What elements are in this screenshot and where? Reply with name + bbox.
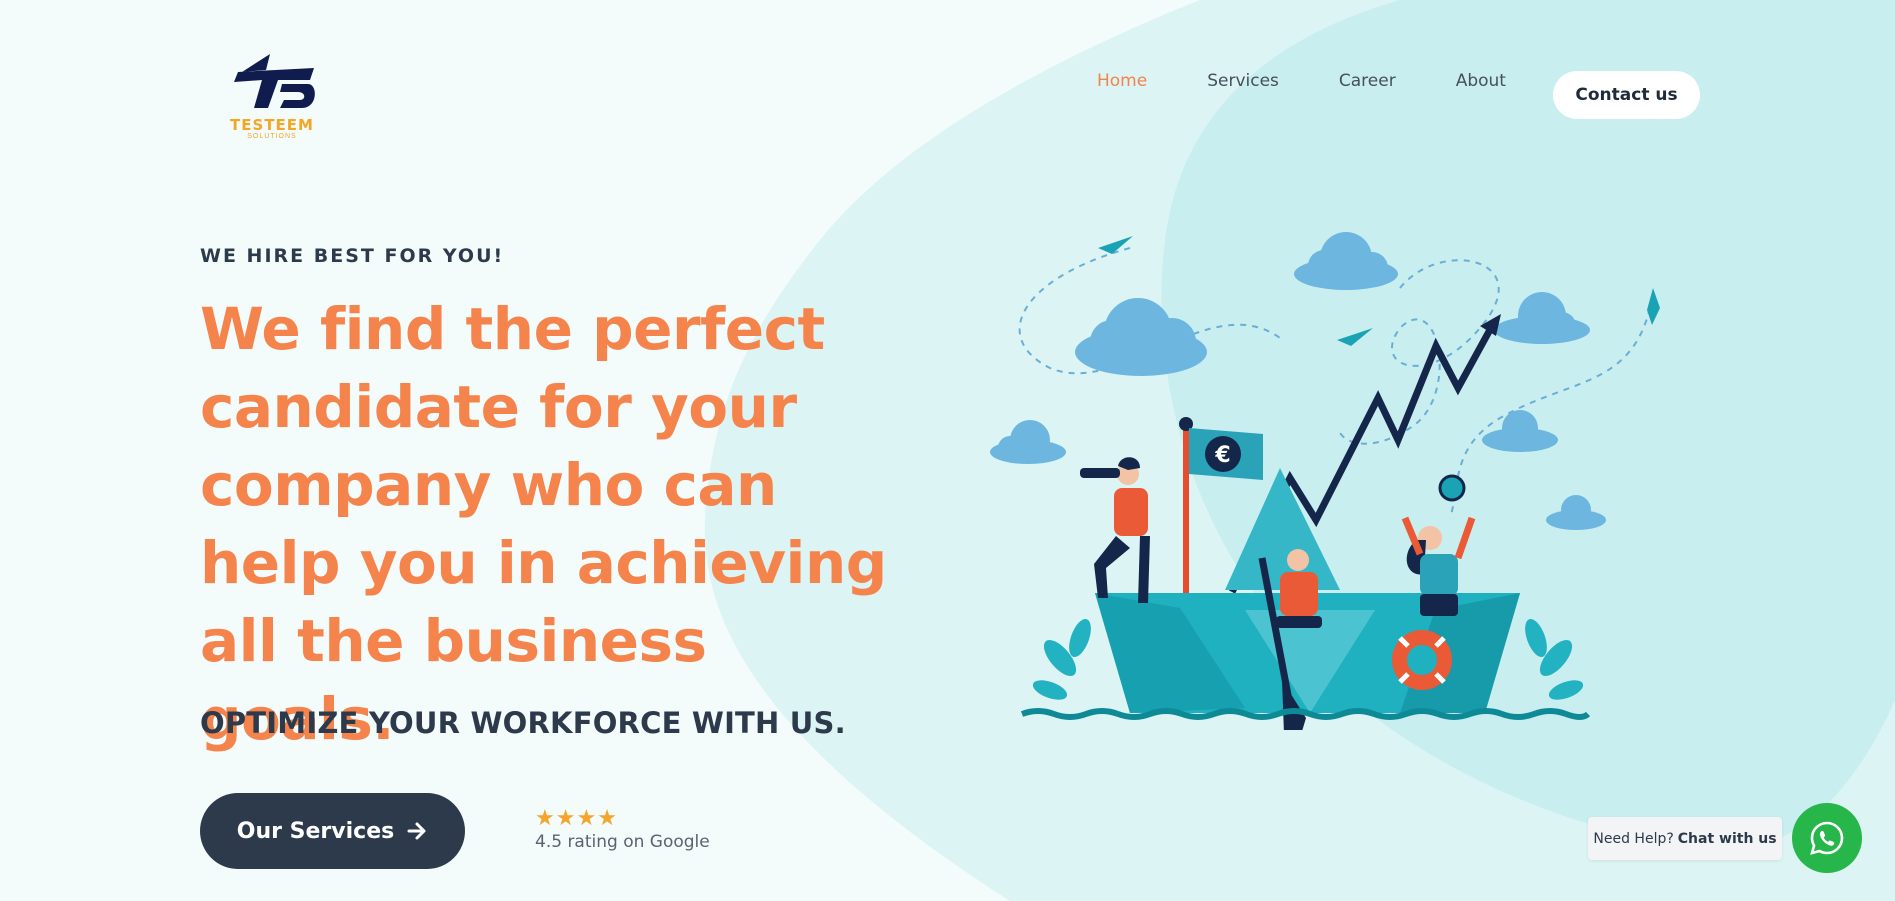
- paper-boat-team-illustration: €: [990, 232, 1660, 730]
- nav-about[interactable]: About: [1456, 71, 1506, 91]
- our-services-label: Our Services: [236, 818, 395, 844]
- our-services-button[interactable]: Our Services: [200, 793, 465, 869]
- rating-text: 4.5 rating on Google: [535, 832, 710, 852]
- logo-subtitle: SOLUTIONS: [247, 133, 297, 140]
- brand-logo[interactable]: TESTEEM SOLUTIONS: [222, 50, 322, 145]
- star-icon: ★: [597, 805, 617, 830]
- chat-with-us-label: Chat with us: [1677, 830, 1777, 847]
- whatsapp-chat-button[interactable]: [1792, 803, 1862, 873]
- logo-mark-icon: [234, 54, 315, 108]
- rating-stars: ★ ★ ★ ★: [535, 807, 710, 829]
- flag-euro-symbol: €: [1214, 443, 1230, 468]
- main-nav: Home Services Career About: [1097, 71, 1566, 91]
- star-icon: ★: [535, 805, 555, 830]
- nav-services[interactable]: Services: [1207, 71, 1279, 91]
- logo-wordmark: TESTEEM: [230, 116, 314, 134]
- google-rating: ★ ★ ★ ★ 4.5 rating on Google: [535, 807, 710, 853]
- nav-career[interactable]: Career: [1339, 71, 1396, 91]
- hero-headline: We find the perfect candidate for your c…: [200, 295, 887, 753]
- need-help-label: Need Help?: [1593, 830, 1674, 847]
- contact-us-button[interactable]: Contact us: [1553, 71, 1700, 119]
- nav-home[interactable]: Home: [1097, 71, 1147, 91]
- hero-eyebrow: WE HIRE BEST FOR YOU!: [200, 245, 505, 267]
- arrow-right-icon: [407, 822, 426, 840]
- chat-help-bubble[interactable]: Need Help? Chat with us: [1588, 817, 1782, 860]
- star-icon: ★: [576, 805, 597, 830]
- star-icon: ★: [555, 805, 576, 830]
- whatsapp-icon: [1810, 821, 1844, 855]
- hero-tagline: OPTIMIZE YOUR WORKFORCE WITH US.: [200, 706, 846, 740]
